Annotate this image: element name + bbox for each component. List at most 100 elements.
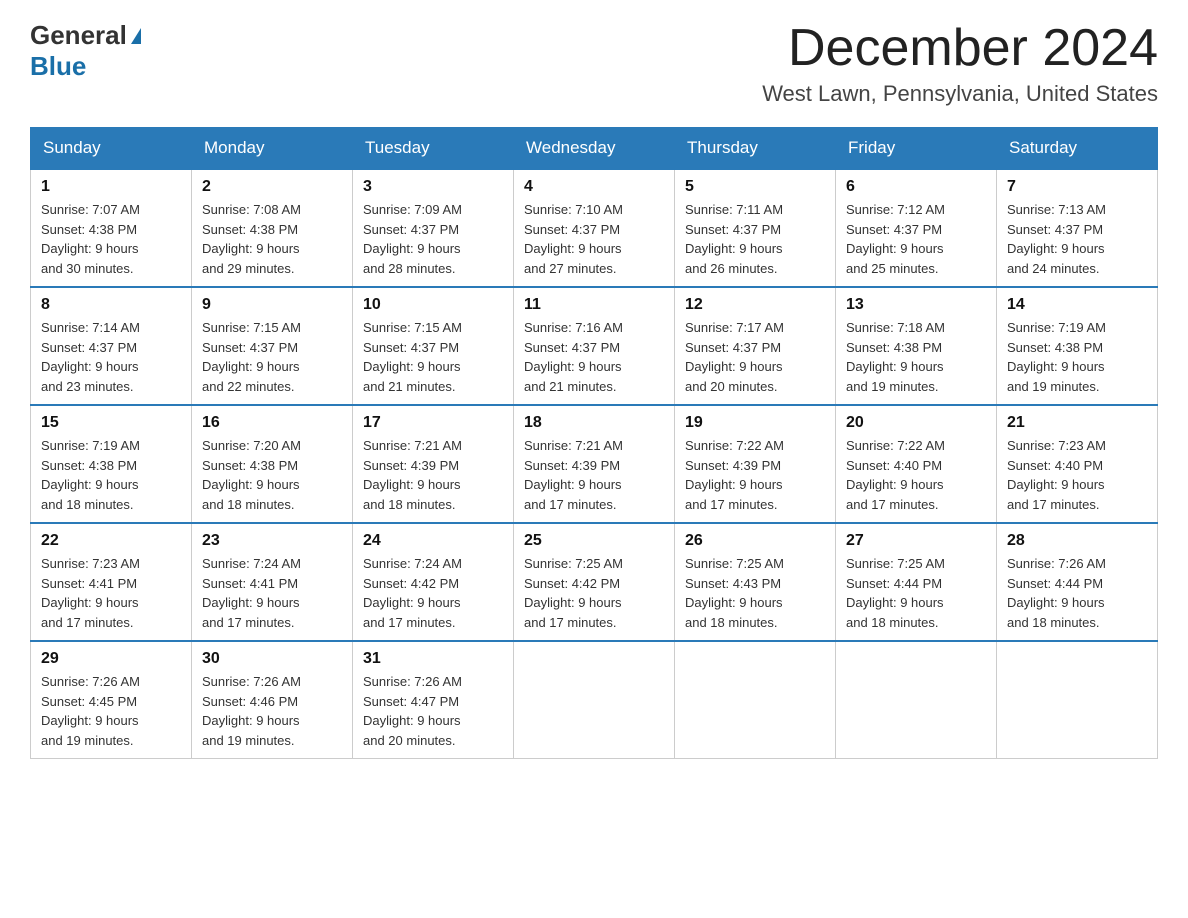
day-number: 5 (685, 178, 825, 196)
day-info: Sunrise: 7:24 AMSunset: 4:41 PMDaylight:… (202, 554, 342, 632)
day-info: Sunrise: 7:19 AMSunset: 4:38 PMDaylight:… (41, 436, 181, 514)
day-number: 1 (41, 178, 181, 196)
day-number: 26 (685, 532, 825, 550)
calendar-cell: 21 Sunrise: 7:23 AMSunset: 4:40 PMDayligh… (997, 405, 1158, 523)
day-info: Sunrise: 7:16 AMSunset: 4:37 PMDaylight:… (524, 318, 664, 396)
day-info: Sunrise: 7:13 AMSunset: 4:37 PMDaylight:… (1007, 200, 1147, 278)
calendar-cell: 24Sunrise: 7:24 AMSunset: 4:42 PMDayligh… (353, 523, 514, 641)
day-number: 27 (846, 532, 986, 550)
day-number: 8 (41, 296, 181, 314)
calendar-cell: 17 Sunrise: 7:21 AMSunset: 4:39 PMDayligh… (353, 405, 514, 523)
day-number: 17 (363, 414, 503, 432)
day-info: Sunrise: 7:14 AMSunset: 4:37 PMDaylight:… (41, 318, 181, 396)
day-info: Sunrise: 7:09 AMSunset: 4:37 PMDaylight:… (363, 200, 503, 278)
day-number: 19 (685, 414, 825, 432)
day-info: Sunrise: 7:15 AMSunset: 4:37 PMDaylight:… (363, 318, 503, 396)
calendar-cell: 5Sunrise: 7:11 AMSunset: 4:37 PMDaylight… (675, 169, 836, 287)
logo-general-text: General (30, 20, 127, 51)
calendar-cell: 13 Sunrise: 7:18 AMSunset: 4:38 PMDayligh… (836, 287, 997, 405)
calendar-cell: 27 Sunrise: 7:25 AMSunset: 4:44 PMDayligh… (836, 523, 997, 641)
calendar-cell: 15 Sunrise: 7:19 AMSunset: 4:38 PMDayligh… (31, 405, 192, 523)
day-number: 22 (41, 532, 181, 550)
week-row-4: 22 Sunrise: 7:23 AMSunset: 4:41 PMDayligh… (31, 523, 1158, 641)
day-number: 21 (1007, 414, 1147, 432)
header-friday: Friday (836, 128, 997, 170)
day-number: 3 (363, 178, 503, 196)
calendar-header-row: SundayMondayTuesdayWednesdayThursdayFrid… (31, 128, 1158, 170)
calendar-cell: 16 Sunrise: 7:20 AMSunset: 4:38 PMDayligh… (192, 405, 353, 523)
calendar-cell: 29Sunrise: 7:26 AMSunset: 4:45 PMDayligh… (31, 641, 192, 759)
day-number: 9 (202, 296, 342, 314)
day-info: Sunrise: 7:18 AMSunset: 4:38 PMDaylight:… (846, 318, 986, 396)
day-info: Sunrise: 7:25 AMSunset: 4:44 PMDaylight:… (846, 554, 986, 632)
day-number: 15 (41, 414, 181, 432)
day-number: 14 (1007, 296, 1147, 314)
day-number: 2 (202, 178, 342, 196)
calendar-cell (514, 641, 675, 759)
day-info: Sunrise: 7:25 AMSunset: 4:43 PMDaylight:… (685, 554, 825, 632)
month-title: December 2024 (762, 20, 1158, 77)
logo: General Blue (30, 20, 141, 82)
calendar-cell: 20 Sunrise: 7:22 AMSunset: 4:40 PMDayligh… (836, 405, 997, 523)
calendar-table: SundayMondayTuesdayWednesdayThursdayFrid… (30, 127, 1158, 759)
calendar-cell: 3 Sunrise: 7:09 AMSunset: 4:37 PMDaylight… (353, 169, 514, 287)
calendar-cell: 8 Sunrise: 7:14 AMSunset: 4:37 PMDaylight… (31, 287, 192, 405)
calendar-cell: 22 Sunrise: 7:23 AMSunset: 4:41 PMDayligh… (31, 523, 192, 641)
day-info: Sunrise: 7:22 AMSunset: 4:39 PMDaylight:… (685, 436, 825, 514)
day-number: 13 (846, 296, 986, 314)
day-number: 12 (685, 296, 825, 314)
day-number: 7 (1007, 178, 1147, 196)
calendar-cell: 14 Sunrise: 7:19 AMSunset: 4:38 PMDayligh… (997, 287, 1158, 405)
day-info: Sunrise: 7:23 AMSunset: 4:41 PMDaylight:… (41, 554, 181, 632)
day-info: Sunrise: 7:21 AMSunset: 4:39 PMDaylight:… (363, 436, 503, 514)
header-wednesday: Wednesday (514, 128, 675, 170)
day-number: 4 (524, 178, 664, 196)
day-info: Sunrise: 7:19 AMSunset: 4:38 PMDaylight:… (1007, 318, 1147, 396)
calendar-cell: 28 Sunrise: 7:26 AMSunset: 4:44 PMDayligh… (997, 523, 1158, 641)
calendar-cell: 30Sunrise: 7:26 AMSunset: 4:46 PMDayligh… (192, 641, 353, 759)
day-number: 10 (363, 296, 503, 314)
title-area: December 2024 West Lawn, Pennsylvania, U… (762, 20, 1158, 107)
day-number: 16 (202, 414, 342, 432)
header-thursday: Thursday (675, 128, 836, 170)
calendar-cell: 2Sunrise: 7:08 AMSunset: 4:38 PMDaylight… (192, 169, 353, 287)
calendar-cell: 9Sunrise: 7:15 AMSunset: 4:37 PMDaylight… (192, 287, 353, 405)
calendar-cell: 4Sunrise: 7:10 AMSunset: 4:37 PMDaylight… (514, 169, 675, 287)
day-info: Sunrise: 7:07 AMSunset: 4:38 PMDaylight:… (41, 200, 181, 278)
calendar-cell: 31 Sunrise: 7:26 AMSunset: 4:47 PMDayligh… (353, 641, 514, 759)
day-info: Sunrise: 7:22 AMSunset: 4:40 PMDaylight:… (846, 436, 986, 514)
day-number: 23 (202, 532, 342, 550)
calendar-cell: 25 Sunrise: 7:25 AMSunset: 4:42 PMDayligh… (514, 523, 675, 641)
day-info: Sunrise: 7:26 AMSunset: 4:47 PMDaylight:… (363, 672, 503, 750)
day-number: 31 (363, 650, 503, 668)
day-info: Sunrise: 7:26 AMSunset: 4:44 PMDaylight:… (1007, 554, 1147, 632)
page-header: General Blue December 2024 West Lawn, Pe… (30, 20, 1158, 107)
calendar-cell: 19 Sunrise: 7:22 AMSunset: 4:39 PMDayligh… (675, 405, 836, 523)
day-info: Sunrise: 7:12 AMSunset: 4:37 PMDaylight:… (846, 200, 986, 278)
day-number: 30 (202, 650, 342, 668)
day-number: 11 (524, 296, 664, 314)
logo-blue-text: Blue (30, 51, 86, 82)
week-row-2: 8 Sunrise: 7:14 AMSunset: 4:37 PMDaylight… (31, 287, 1158, 405)
calendar-cell: 26 Sunrise: 7:25 AMSunset: 4:43 PMDayligh… (675, 523, 836, 641)
header-monday: Monday (192, 128, 353, 170)
day-number: 6 (846, 178, 986, 196)
day-info: Sunrise: 7:20 AMSunset: 4:38 PMDaylight:… (202, 436, 342, 514)
calendar-cell: 12Sunrise: 7:17 AMSunset: 4:37 PMDayligh… (675, 287, 836, 405)
day-info: Sunrise: 7:26 AMSunset: 4:45 PMDaylight:… (41, 672, 181, 750)
day-info: Sunrise: 7:23 AMSunset: 4:40 PMDaylight:… (1007, 436, 1147, 514)
day-number: 24 (363, 532, 503, 550)
day-info: Sunrise: 7:25 AMSunset: 4:42 PMDaylight:… (524, 554, 664, 632)
header-saturday: Saturday (997, 128, 1158, 170)
location-title: West Lawn, Pennsylvania, United States (762, 81, 1158, 107)
header-tuesday: Tuesday (353, 128, 514, 170)
day-number: 20 (846, 414, 986, 432)
calendar-cell: 6 Sunrise: 7:12 AMSunset: 4:37 PMDaylight… (836, 169, 997, 287)
calendar-cell (675, 641, 836, 759)
day-number: 28 (1007, 532, 1147, 550)
day-number: 25 (524, 532, 664, 550)
week-row-3: 15 Sunrise: 7:19 AMSunset: 4:38 PMDayligh… (31, 405, 1158, 523)
header-sunday: Sunday (31, 128, 192, 170)
calendar-cell: 18Sunrise: 7:21 AMSunset: 4:39 PMDayligh… (514, 405, 675, 523)
day-number: 18 (524, 414, 664, 432)
